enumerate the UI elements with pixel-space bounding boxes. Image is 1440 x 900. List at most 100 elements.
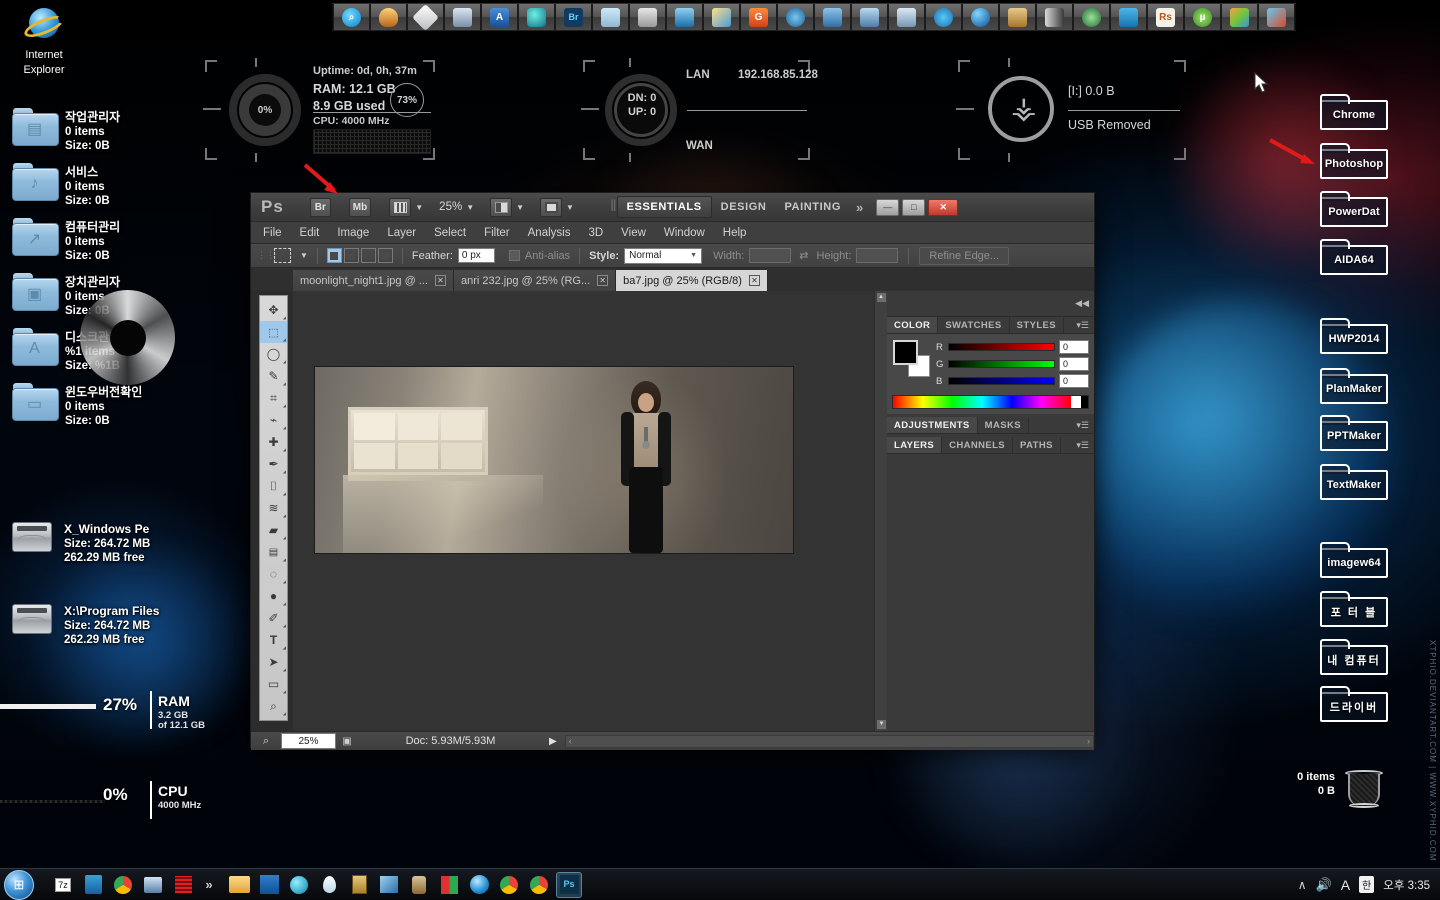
volume-icon[interactable]: 🔊 (1316, 877, 1332, 893)
dock-item-clock-disk[interactable] (629, 4, 666, 30)
menu-image[interactable]: Image (337, 227, 369, 239)
scroll-right-icon[interactable]: › (1087, 736, 1090, 746)
status-expand-icon[interactable]: ▶ (549, 736, 557, 747)
dock-item-history[interactable] (666, 4, 703, 30)
taskbar-red-green[interactable] (436, 872, 462, 898)
launcher-chrome[interactable]: Chrome (1320, 94, 1388, 130)
workspace-tab-design[interactable]: DESIGN (712, 197, 776, 217)
intersect-selection-icon[interactable] (377, 248, 393, 263)
channel-value[interactable]: 0 (1059, 357, 1089, 371)
hand-zoom-icon[interactable]: ⌕ (260, 695, 287, 717)
launcher-my-computer[interactable]: 내 컴퓨터 (1320, 639, 1388, 675)
ime-korean-indicator[interactable]: 한 (1359, 876, 1375, 893)
maximize-button[interactable]: □ (902, 198, 926, 216)
tab-swatches[interactable]: SWATCHES (938, 317, 1010, 333)
feather-input[interactable]: 0 px (457, 248, 495, 263)
tab-paths[interactable]: PATHS (1013, 437, 1061, 453)
desktop-icon-folder-0[interactable]: ▤ 작업관리자 0 items Size: 0B (12, 108, 120, 154)
tab-adjustments[interactable]: ADJUSTMENTS (887, 417, 978, 433)
move-icon[interactable]: ✥ (260, 299, 287, 321)
path-selection-icon[interactable]: ➤ (260, 651, 287, 673)
pen-icon[interactable]: ✐ (260, 607, 287, 629)
brush-icon[interactable]: ✒ (260, 453, 287, 475)
zoom-caret-icon[interactable]: ▼ (466, 203, 474, 212)
gradient-icon[interactable]: ▤ (260, 541, 287, 563)
taskbar-chrome-pinned[interactable] (110, 872, 136, 898)
color-spectrum-ramp[interactable] (892, 395, 1089, 409)
view-extras-caret-icon[interactable]: ▼ (415, 203, 423, 212)
launcher-hwp2014[interactable]: HWP2014 (1320, 318, 1388, 354)
spot-healing-icon[interactable]: ✚ (260, 431, 287, 453)
view-extras-button[interactable] (389, 197, 412, 217)
taskbar-blue-app[interactable] (256, 872, 282, 898)
document-tab-bar[interactable]: moonlight_night1.jpg @ ... ✕ anri 232.jp… (251, 268, 1094, 291)
taskbar-dictionary[interactable] (80, 872, 106, 898)
tool-preset-caret-icon[interactable]: ▼ (300, 251, 308, 260)
color-channel-b[interactable]: B 0 (936, 374, 1089, 388)
options-grip[interactable]: ⋮⋮ (257, 250, 275, 261)
document-tab-0[interactable]: moonlight_night1.jpg @ ... ✕ (293, 270, 454, 291)
dock-item-usb[interactable] (1036, 4, 1073, 30)
taskbar-red-grid[interactable] (170, 872, 196, 898)
foreground-color-swatch[interactable] (893, 340, 918, 365)
add-to-selection-icon[interactable] (343, 248, 359, 263)
canvas-horizontal-scrollbar[interactable]: ‹ › (564, 734, 1094, 748)
desktop-icon-folder-2[interactable]: ↗ 컴퓨터관리 0 items Size: 0B (12, 218, 120, 264)
layers-panel-tabs[interactable]: LAYERS CHANNELS PATHS ▾☰ (887, 437, 1094, 454)
style-select[interactable]: Normal ▼ (624, 247, 703, 264)
height-input[interactable] (856, 248, 899, 263)
color-channel-g[interactable]: G 0 (936, 357, 1089, 371)
photoshop-options-bar[interactable]: ⋮⋮ ▼ Feather: 0 px Anti-alias Style: Nor… (251, 244, 1094, 268)
system-tray[interactable]: ∧ 🔊 A 한 오후 3:35 (1298, 876, 1440, 893)
tab-masks[interactable]: MASKS (978, 417, 1029, 433)
screen-mode-button[interactable] (490, 197, 513, 217)
menu-edit[interactable]: Edit (300, 227, 320, 239)
arrange-documents-button[interactable] (540, 197, 563, 217)
canvas-image[interactable] (315, 367, 793, 553)
close-icon[interactable]: ✕ (597, 275, 609, 286)
photoshop-window[interactable]: Ps Br Mb ▼ 25% ▼ ▼ ▼ ‖ ESSENTIALS DESIGN… (250, 192, 1095, 750)
menu-window[interactable]: Window (664, 227, 705, 239)
photoshop-status-bar[interactable]: ⌕ 25% ▣ Doc: 5.93M/5.93M ▶ ‹ › (251, 731, 1094, 750)
launcher-imagew64[interactable]: imagew64 (1320, 542, 1388, 578)
workspace-tab-essentials[interactable]: ESSENTIALS (616, 196, 712, 218)
color-panel-tabs[interactable]: COLOR SWATCHES STYLES ▾☰ (887, 317, 1094, 334)
r-slider[interactable] (948, 343, 1055, 351)
refine-edge-button[interactable]: Refine Edge... (919, 246, 1010, 265)
taskbar-internet-explorer[interactable] (466, 872, 492, 898)
taskbar-water-drop[interactable] (316, 872, 342, 898)
start-button[interactable]: ⊞ (4, 869, 34, 900)
desktop-icon-folder-1[interactable]: ♪ 서비스 0 items Size: 0B (12, 163, 110, 209)
menu-file[interactable]: File (263, 227, 282, 239)
panel-collapse-bar[interactable]: ◀◀ (887, 291, 1094, 317)
channel-value[interactable]: 0 (1059, 374, 1089, 388)
taskbar[interactable]: ⊞ 7z » Ps ∧ 🔊 A 한 오후 3:35 (0, 868, 1440, 900)
dock-item-rs[interactable]: Rs (1147, 4, 1184, 30)
mini-bridge-button[interactable]: Mb (348, 197, 372, 217)
launcher-textmaker[interactable]: TextMaker (1320, 464, 1388, 500)
dock-item-paint-tools[interactable] (1258, 4, 1295, 30)
dock-item-fonts[interactable]: A (481, 4, 518, 30)
tab-styles[interactable]: STYLES (1010, 317, 1065, 333)
ime-latin-indicator[interactable]: A (1341, 877, 1350, 893)
adjustments-panel-menu-icon[interactable]: ▾☰ (1071, 417, 1094, 433)
dock-item-settings[interactable] (925, 4, 962, 30)
tab-channels[interactable]: CHANNELS (942, 437, 1014, 453)
menu-layer[interactable]: Layer (387, 227, 416, 239)
taskbar-blue-tools[interactable] (376, 872, 402, 898)
quick-selection-icon[interactable]: ✎ (260, 365, 287, 387)
launcher-photoshop[interactable]: Photoshop (1320, 143, 1388, 179)
swap-dimensions-icon[interactable]: ⇄ (799, 249, 808, 262)
tab-layers[interactable]: LAYERS (887, 437, 943, 453)
dock-item-g[interactable]: G (740, 4, 777, 30)
color-panel-body[interactable]: R 0 G 0 B 0 (887, 334, 1094, 414)
taskbar-gold-book[interactable] (346, 872, 372, 898)
dock-item-magic-wand[interactable] (703, 4, 740, 30)
dock-item-globe[interactable] (962, 4, 999, 30)
launcher-aida64[interactable]: AIDA64 (1320, 239, 1388, 275)
g-slider[interactable] (948, 360, 1055, 368)
taskbar-overflow-icon[interactable]: » (200, 872, 218, 898)
menu-3d[interactable]: 3D (588, 227, 603, 239)
launcher-portable[interactable]: 포 터 블 (1320, 591, 1388, 627)
taskbar-chrome-2[interactable] (526, 872, 552, 898)
